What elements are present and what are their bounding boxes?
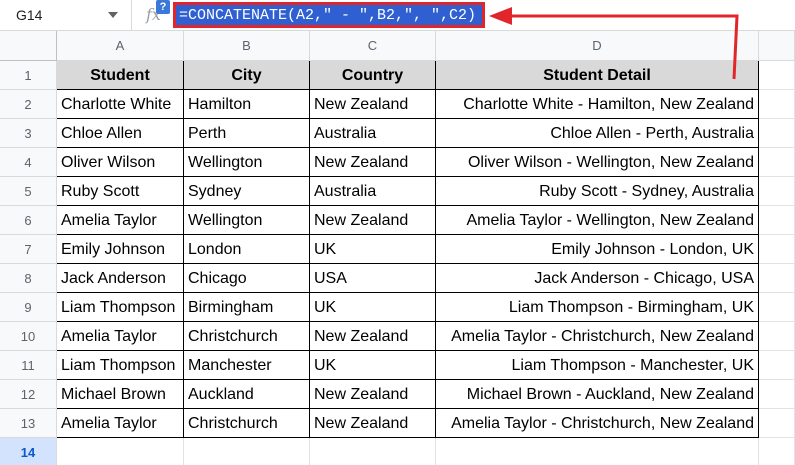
row-header-1[interactable]: 1: [0, 61, 57, 90]
row-header-2[interactable]: 2: [0, 90, 57, 119]
table-cell[interactable]: London: [184, 235, 310, 264]
column-header-c[interactable]: C: [310, 31, 436, 61]
table-cell[interactable]: Australia: [310, 177, 436, 206]
table-cell[interactable]: USA: [310, 264, 436, 293]
table-cell[interactable]: Ruby Scott - Sydney, Australia: [436, 177, 759, 206]
table-cell[interactable]: Oliver Wilson: [57, 148, 184, 177]
name-box-value: G14: [16, 7, 43, 23]
formula-input[interactable]: =CONCATENATE(A2," - ",B2,", ",C2): [173, 2, 485, 28]
table-cell[interactable]: Amelia Taylor: [57, 322, 184, 351]
table-cell[interactable]: Manchester: [184, 351, 310, 380]
empty-cell[interactable]: [759, 235, 795, 264]
table-cell[interactable]: New Zealand: [310, 90, 436, 119]
table-cell[interactable]: Liam Thompson: [57, 351, 184, 380]
table-cell[interactable]: Australia: [310, 119, 436, 148]
table-cell[interactable]: New Zealand: [310, 148, 436, 177]
select-all-corner[interactable]: [0, 31, 57, 61]
empty-cell[interactable]: [759, 177, 795, 206]
table-cell[interactable]: Emily Johnson - London, UK: [436, 235, 759, 264]
empty-cell[interactable]: [759, 438, 795, 465]
row-header-3[interactable]: 3: [0, 119, 57, 148]
row-header-10[interactable]: 10: [0, 322, 57, 351]
empty-cell[interactable]: [57, 438, 184, 465]
header-cell[interactable]: Student: [57, 61, 184, 90]
table-cell[interactable]: Amelia Taylor: [57, 206, 184, 235]
empty-cell[interactable]: [184, 438, 310, 465]
header-cell[interactable]: City: [184, 61, 310, 90]
table-cell[interactable]: Oliver Wilson - Wellington, New Zealand: [436, 148, 759, 177]
row-header-14[interactable]: 14: [0, 438, 57, 465]
table-cell[interactable]: Wellington: [184, 206, 310, 235]
table-cell[interactable]: New Zealand: [310, 409, 436, 438]
column-header-a[interactable]: A: [57, 31, 184, 61]
table-cell[interactable]: Auckland: [184, 380, 310, 409]
table-cell[interactable]: Christchurch: [184, 322, 310, 351]
chevron-down-icon[interactable]: [108, 12, 118, 18]
help-icon[interactable]: ?: [156, 0, 170, 14]
table-cell[interactable]: Emily Johnson: [57, 235, 184, 264]
column-header-blank[interactable]: [759, 31, 795, 61]
table-cell[interactable]: Charlotte White - Hamilton, New Zealand: [436, 90, 759, 119]
table-cell[interactable]: Ruby Scott: [57, 177, 184, 206]
table-cell[interactable]: Chloe Allen - Perth, Australia: [436, 119, 759, 148]
table-cell[interactable]: Sydney: [184, 177, 310, 206]
table-cell[interactable]: Birmingham: [184, 293, 310, 322]
table-cell[interactable]: Amelia Taylor - Christchurch, New Zealan…: [436, 409, 759, 438]
row-header-9[interactable]: 9: [0, 293, 57, 322]
table-cell[interactable]: Jack Anderson - Chicago, USA: [436, 264, 759, 293]
row-header-6[interactable]: 6: [0, 206, 57, 235]
empty-cell[interactable]: [759, 293, 795, 322]
row-header-11[interactable]: 11: [0, 351, 57, 380]
empty-cell[interactable]: [759, 61, 795, 90]
empty-cell[interactable]: [759, 351, 795, 380]
table-cell[interactable]: Charlotte White: [57, 90, 184, 119]
table-cell[interactable]: New Zealand: [310, 206, 436, 235]
row-header-8[interactable]: 8: [0, 264, 57, 293]
row-header-5[interactable]: 5: [0, 177, 57, 206]
empty-cell[interactable]: [759, 409, 795, 438]
empty-cell[interactable]: [759, 119, 795, 148]
empty-cell[interactable]: [759, 148, 795, 177]
table-cell[interactable]: Amelia Taylor - Christchurch, New Zealan…: [436, 322, 759, 351]
table-cell[interactable]: Jack Anderson: [57, 264, 184, 293]
table-cell[interactable]: Perth: [184, 119, 310, 148]
name-box[interactable]: G14: [0, 0, 132, 31]
table-cell[interactable]: Chloe Allen: [57, 119, 184, 148]
table-cell[interactable]: New Zealand: [310, 380, 436, 409]
empty-cell[interactable]: [759, 322, 795, 351]
header-cell[interactable]: Country: [310, 61, 436, 90]
empty-cell[interactable]: [759, 206, 795, 235]
table-cell[interactable]: Chicago: [184, 264, 310, 293]
table-cell[interactable]: Liam Thompson - Manchester, UK: [436, 351, 759, 380]
table-cell[interactable]: Hamilton: [184, 90, 310, 119]
table-cell[interactable]: UK: [310, 351, 436, 380]
empty-cell[interactable]: [436, 438, 759, 465]
table-cell[interactable]: Christchurch: [184, 409, 310, 438]
empty-cell[interactable]: [759, 90, 795, 119]
table-cell[interactable]: New Zealand: [310, 322, 436, 351]
table-cell[interactable]: UK: [310, 235, 436, 264]
table-cell[interactable]: Michael Brown - Auckland, New Zealand: [436, 380, 759, 409]
row-header-12[interactable]: 12: [0, 380, 57, 409]
column-header-b[interactable]: B: [184, 31, 310, 61]
empty-cell[interactable]: [759, 380, 795, 409]
table-cell[interactable]: Liam Thompson: [57, 293, 184, 322]
formula-text: =CONCATENATE(A2," - ",B2,", ",C2): [179, 7, 477, 24]
column-header-d[interactable]: D: [436, 31, 759, 61]
row-header-4[interactable]: 4: [0, 148, 57, 177]
table-cell[interactable]: Amelia Taylor - Wellington, New Zealand: [436, 206, 759, 235]
table-cell[interactable]: Amelia Taylor: [57, 409, 184, 438]
table-cell[interactable]: Liam Thompson - Birmingham, UK: [436, 293, 759, 322]
row-header-13[interactable]: 13: [0, 409, 57, 438]
formula-bar: G14 fx ? =CONCATENATE(A2," - ",B2,", ",C…: [0, 0, 795, 31]
header-cell[interactable]: Student Detail: [436, 61, 759, 90]
row-header-7[interactable]: 7: [0, 235, 57, 264]
table-cell[interactable]: Michael Brown: [57, 380, 184, 409]
empty-cell[interactable]: [759, 264, 795, 293]
table-cell[interactable]: UK: [310, 293, 436, 322]
table-cell[interactable]: Wellington: [184, 148, 310, 177]
empty-cell[interactable]: [310, 438, 436, 465]
